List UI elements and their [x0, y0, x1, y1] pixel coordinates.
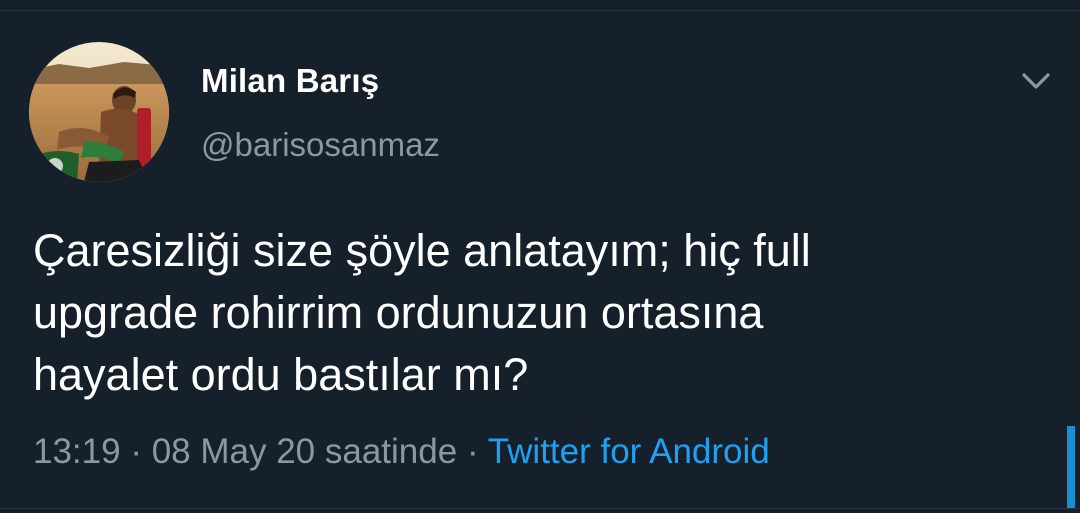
meta-separator: ·	[466, 432, 479, 471]
bottom-divider	[0, 508, 1080, 509]
author-handle[interactable]: @barisosanmaz	[201, 126, 440, 164]
tweet-source-link[interactable]: Twitter for Android	[488, 432, 770, 471]
tweet-time: 13:19	[33, 432, 121, 471]
meta-separator: ·	[130, 432, 142, 471]
tweet-text: Çaresizliği size şöyle anlatayım; hiç fu…	[33, 225, 811, 400]
tweet-date: 08 May 20 saatinde	[151, 432, 458, 471]
tweet-meta: 13:19 · 08 May 20 saatinde · Twitter for…	[33, 432, 770, 472]
author-display-name[interactable]: Milan Barış	[201, 62, 379, 100]
scrollbar[interactable]	[1067, 426, 1075, 508]
avatar[interactable]	[29, 42, 169, 182]
top-divider	[0, 10, 1080, 11]
chevron-down-icon[interactable]	[1018, 66, 1054, 96]
